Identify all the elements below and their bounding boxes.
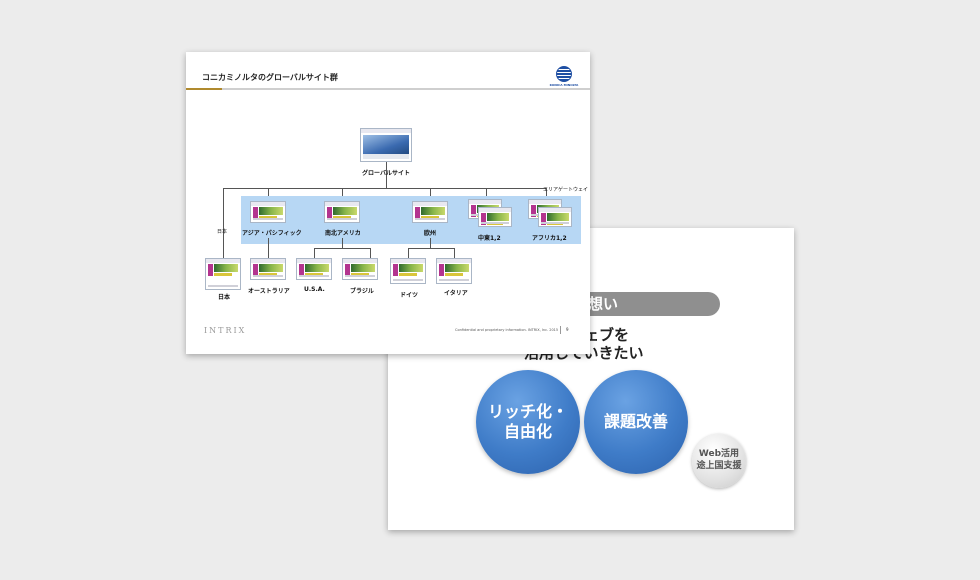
connector-americas-down [342,238,343,248]
globe-icon [556,66,572,82]
thumbnail-global-site [360,128,412,162]
thumbnail-europe [412,201,448,223]
label-global-site: グローバルサイト [362,170,410,177]
connector-europe-down [430,238,431,248]
label-country-germany: ドイツ [400,292,419,299]
connector-middle-east [486,188,487,196]
label-country-brazil: ブラジル [350,288,374,295]
thumbnail-americas [324,201,360,223]
label-country-usa: U.S.A. [304,286,325,293]
connector-italy [454,248,455,258]
label-region-europe: 欧州 [424,230,437,237]
page-separator [560,326,561,334]
title-rule-accent [186,88,222,90]
circle-rich-freedom: リッチ化・ 自由化 [476,370,580,474]
connector-usa [314,248,315,258]
connector-americas [342,188,343,196]
circle-web-support: Web活用 途上国支援 [692,434,746,488]
connector-asia [268,188,269,196]
label-region-middle-east: 中東1,2 [478,235,501,242]
thumbnail-italy [436,258,472,284]
front-slide: コニカミノルタのグローバルサイト群 KONICA MINOLTA グローバルサイ… [186,52,590,354]
label-region-africa: アフリカ1,2 [532,235,567,242]
label-region-asia-pacific: アジア・パシフィック [242,230,302,237]
circle-web-support-label: Web活用 途上国支援 [696,449,742,471]
slide-title: コニカミノルタのグローバルサイト群 [202,73,338,82]
confidential-note: Confidential and proprietary information… [455,328,559,332]
thumbnail-germany [390,258,426,284]
title-rule [222,88,590,90]
logo-text: KONICA MINOLTA [549,83,579,87]
konica-minolta-logo: KONICA MINOLTA [544,66,584,87]
circle-issue-improvement: 課題改善 [584,370,688,474]
connector-germany [408,248,409,258]
thumbnail-japan [205,258,241,290]
circle-rich-freedom-label: リッチ化・ 自由化 [487,402,568,441]
label-country-australia: オーストラリア [248,288,290,295]
connector-japan [223,188,224,258]
thumbnail-australia [250,258,286,280]
label-country-italy: イタリア [444,290,468,297]
thumbnail-asia-pacific [250,201,286,223]
connector-brazil [370,248,371,258]
connector-americas-split [314,248,370,249]
thumbnail-usa [296,258,332,280]
label-japan-side: 日本 [217,229,228,235]
thumbnail-middle-east-2 [478,207,512,227]
connector-europe-split [408,248,454,249]
page-number: 9 [566,327,569,332]
label-country-japan: 日本 [218,294,231,301]
connector-main-horizontal [223,188,546,189]
intrix-brand: INTRIX [204,326,247,335]
thumbnail-brazil [342,258,378,280]
thumbnail-africa-2 [538,207,572,227]
connector-asia-down [268,238,269,258]
label-area-gateway: エリアゲートウェイ [543,187,589,193]
circle-issue-improvement-label: 課題改善 [603,412,668,431]
connector-europe [430,188,431,196]
label-region-americas: 南北アメリカ [325,230,361,237]
